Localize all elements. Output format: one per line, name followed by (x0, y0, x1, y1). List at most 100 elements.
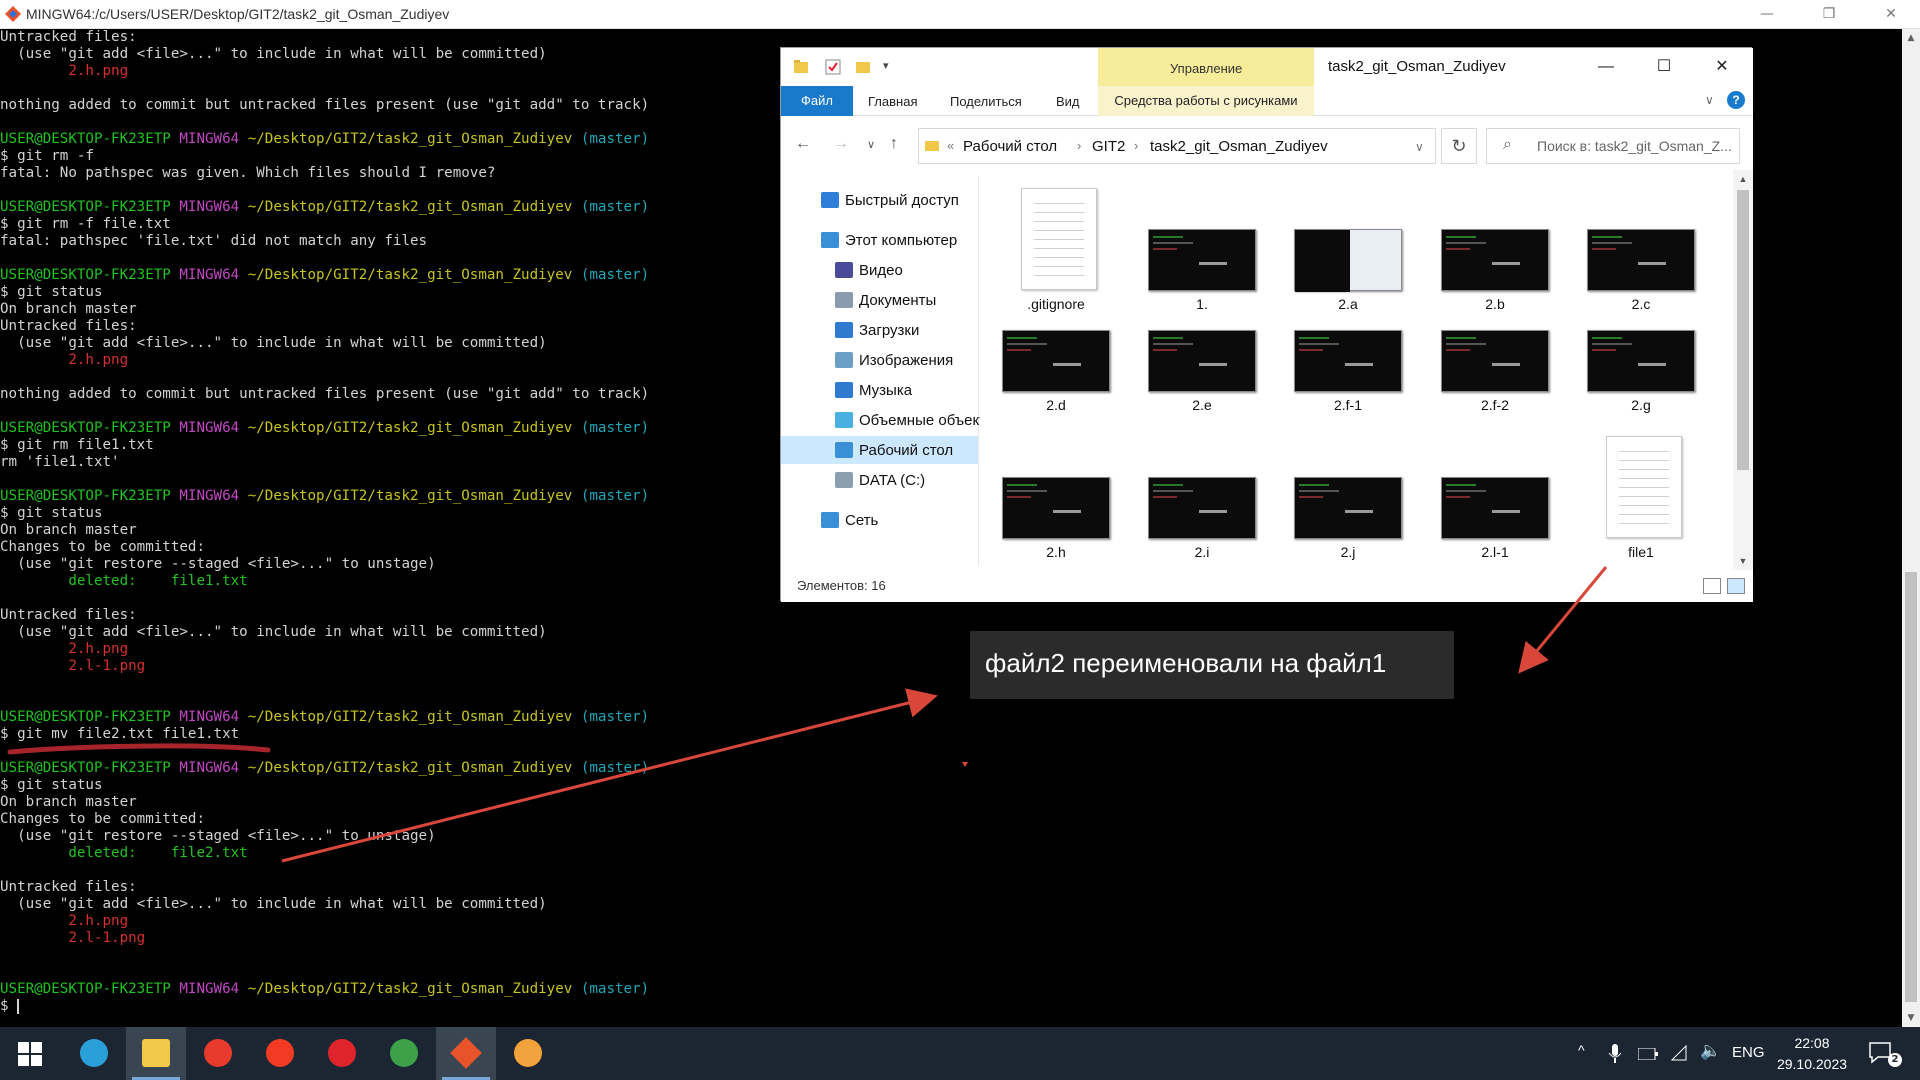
file-item[interactable]: 2.d (991, 283, 1121, 413)
taskbar-button[interactable] (188, 1027, 248, 1080)
nav-item[interactable]: Документы (781, 286, 978, 314)
customize-toolbar-icon[interactable]: ▾ (883, 59, 889, 72)
breadcrumb-desktop[interactable]: Рабочий стол (963, 138, 1057, 155)
scroll-down-icon[interactable]: ▼ (1902, 1009, 1920, 1027)
taskbar-button[interactable] (374, 1027, 434, 1080)
explorer-maximize-button[interactable]: ☐ (1635, 48, 1693, 86)
downloads-icon (835, 322, 853, 338)
breadcrumb-git2[interactable]: GIT2 (1092, 138, 1125, 155)
details-view-icon[interactable] (1703, 578, 1721, 594)
image-thumbnail (1587, 229, 1695, 291)
explorer-minimize-button[interactable]: — (1577, 48, 1635, 86)
terminal-text: ~/Desktop/GIT2/task2_git_Osman_Zudiyev (247, 760, 581, 776)
nav-item[interactable]: Объемные объекты (781, 406, 997, 434)
search-input[interactable]: ⌕ Поиск в: task2_git_Osman_Z... (1486, 128, 1740, 164)
back-arrow-icon[interactable]: ← (795, 135, 811, 153)
tab-home[interactable]: Главная (868, 94, 917, 109)
folder-icon (794, 60, 808, 73)
nav-item[interactable]: Этот компьютер (781, 226, 978, 254)
wifi-icon[interactable] (1670, 1044, 1688, 1062)
large-icons-view-icon[interactable] (1727, 578, 1745, 594)
music-icon (835, 382, 853, 398)
file-item[interactable]: 2.f-1 (1283, 283, 1413, 413)
forward-arrow-icon[interactable]: → (833, 135, 849, 153)
tab-picture-tools[interactable]: Средства работы с рисунками (1098, 86, 1314, 116)
nav-item[interactable]: Сеть (781, 506, 978, 534)
maximize-button[interactable]: ❐ (1806, 0, 1852, 29)
file-item[interactable]: 2.g (1576, 283, 1706, 413)
file-item[interactable]: 2.f-2 (1430, 283, 1560, 413)
file-item[interactable]: 2.e (1137, 283, 1267, 413)
nav-item[interactable]: DATA (C:) (781, 466, 978, 494)
language-indicator[interactable]: ENG (1732, 1044, 1765, 1061)
nav-item[interactable]: Быстрый доступ (781, 186, 978, 214)
terminal-text: $ git rm file1.txt (0, 437, 154, 453)
nav-item[interactable]: Музыка (781, 376, 978, 404)
nav-item-label: DATA (C:) (859, 472, 926, 489)
file-item[interactable]: 2.i (1137, 430, 1267, 560)
breadcrumb-overflow[interactable]: « (947, 138, 954, 153)
taskbar-button[interactable] (0, 1027, 60, 1080)
new-folder-icon[interactable] (855, 59, 871, 75)
terminal-text: USER@DESKTOP-FK23ETP (0, 760, 180, 776)
terminal-text: USER@DESKTOP-FK23ETP (0, 420, 180, 436)
terminal-line: Untracked files: (0, 318, 137, 335)
file-item[interactable]: 2.h (991, 430, 1121, 560)
minimize-button[interactable]: — (1744, 0, 1790, 29)
file-explorer-window[interactable]: ▾ Управление task2_git_Osman_Zudiyev — ☐… (780, 47, 1753, 602)
show-hidden-icons-icon[interactable]: ^ (1578, 1042, 1585, 1058)
context-tab-manage[interactable]: Управление (1098, 48, 1314, 86)
scroll-up-icon[interactable]: ▲ (1902, 29, 1920, 47)
scrollbar-thumb[interactable] (1905, 572, 1917, 1002)
taskbar-button[interactable] (64, 1027, 124, 1080)
address-dropdown-icon[interactable]: ∨ (1415, 140, 1424, 154)
desktop-icon (835, 442, 853, 458)
file-list-scrollbar[interactable]: ▲ ▼ (1733, 170, 1753, 570)
expand-ribbon-icon[interactable]: ∨ (1705, 93, 1714, 107)
taskbar-button[interactable] (312, 1027, 372, 1080)
terminal-text: $ git status (0, 284, 103, 300)
clock[interactable]: 22:08 29.10.2023 (1768, 1033, 1856, 1075)
terminal-text: (master) (580, 760, 650, 776)
taskbar-button[interactable] (250, 1027, 310, 1080)
help-icon[interactable]: ? (1727, 91, 1745, 109)
yandex-browser-icon (204, 1039, 232, 1067)
terminal-text: $ git status (0, 505, 103, 521)
properties-icon[interactable] (825, 59, 841, 75)
address-row: ← → ∨ ↑ « Рабочий стол › GIT2 › task2_gi… (781, 116, 1753, 170)
tab-view[interactable]: Вид (1056, 94, 1080, 109)
scroll-up-icon[interactable]: ▲ (1733, 170, 1753, 188)
address-bar[interactable]: « Рабочий стол › GIT2 › task2_git_Osman_… (918, 128, 1436, 164)
terminal-text: fatal: No pathspec was given. Which file… (0, 165, 496, 181)
up-arrow-icon[interactable]: ↑ (890, 135, 898, 153)
terminal-text: fatal: pathspec 'file.txt' did not match… (0, 233, 428, 249)
terminal-line: $ git rm file1.txt (0, 437, 154, 454)
tab-share[interactable]: Поделиться (950, 94, 1022, 109)
scroll-down-icon[interactable]: ▼ (1733, 552, 1753, 570)
terminal-scrollbar[interactable]: ▲ ▼ (1902, 29, 1920, 1027)
file-item[interactable]: file1 (1576, 430, 1706, 560)
battery-icon[interactable] (1638, 1048, 1658, 1060)
nav-item[interactable]: Загрузки (781, 316, 978, 344)
tab-file[interactable]: Файл (781, 86, 853, 116)
microphone-icon[interactable] (1608, 1044, 1622, 1064)
taskbar-button[interactable] (436, 1027, 496, 1080)
volume-icon[interactable]: 🔈 (1700, 1041, 1721, 1061)
nav-item[interactable]: Изображения (781, 346, 978, 374)
nav-item[interactable]: Рабочий стол (781, 436, 978, 464)
file-item[interactable]: 2.l-1 (1430, 430, 1560, 560)
file-name: 2.e (1192, 397, 1212, 413)
explorer-close-button[interactable]: ✕ (1693, 48, 1751, 86)
taskbar-button[interactable] (498, 1027, 558, 1080)
terminal-text: (master) (580, 131, 650, 147)
terminal-text: deleted: file2.txt (0, 845, 248, 861)
file-item[interactable]: 2.j (1283, 430, 1413, 560)
close-button[interactable]: ✕ (1868, 0, 1914, 29)
terminal-text: USER@DESKTOP-FK23ETP (0, 199, 180, 215)
recent-locations-icon[interactable]: ∨ (867, 138, 875, 151)
nav-item[interactable]: Видео (781, 256, 978, 284)
refresh-button[interactable]: ↻ (1441, 128, 1477, 164)
scrollbar-thumb[interactable] (1737, 190, 1749, 470)
breadcrumb-current[interactable]: task2_git_Osman_Zudiyev (1150, 138, 1328, 155)
taskbar-button[interactable] (126, 1027, 186, 1080)
